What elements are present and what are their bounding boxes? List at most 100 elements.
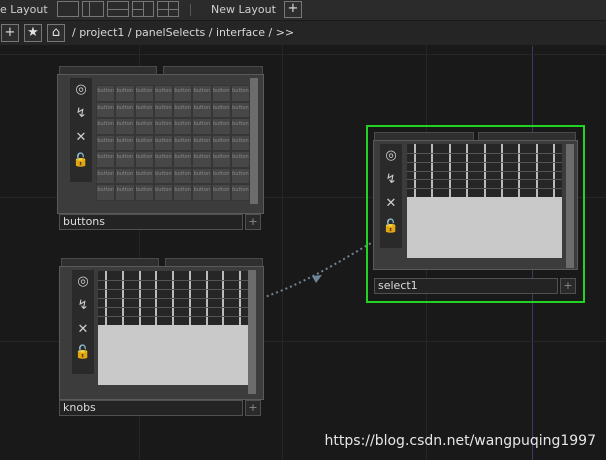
bypass-icon[interactable]: ✕ [72,129,90,147]
network-path[interactable]: / project1 / panelSelects / interface / … [72,26,294,39]
new-layout-add-button[interactable]: + [284,1,302,18]
node-add-button[interactable]: + [560,278,576,294]
select-panel-area [407,197,562,258]
viewer-icon[interactable]: ◎ [74,273,92,291]
slider-row-line [407,152,562,154]
viewer-icon[interactable]: ◎ [382,147,400,165]
grid-button: button [173,85,193,102]
home-icon[interactable]: ⌂ [47,24,65,42]
layout-single-button[interactable] [57,1,79,17]
node-input-tab[interactable] [374,132,474,140]
lock-icon[interactable]: 🔓 [382,218,400,236]
grid-button: button [134,151,154,168]
node-viewer [407,144,562,258]
lock-icon[interactable]: 🔓 [74,344,92,362]
grid-button: button [173,151,193,168]
grid-button: button [192,118,212,135]
activate-icon[interactable]: ↯ [74,297,92,315]
grid-button: button [230,151,250,168]
grid-button: button [96,118,116,135]
node-right-strip [566,144,574,268]
node-name-field[interactable]: select1 [374,278,558,294]
node-output-tab[interactable] [478,132,576,140]
node-body[interactable]: ◎ ↯ ✕ 🔓 [59,266,264,400]
grid-button: button [134,85,154,102]
node-flag-bar: ◎ ↯ ✕ 🔓 [72,270,94,374]
layout-label: e Layout [0,3,48,16]
node-body[interactable]: ◎ ↯ ✕ 🔓 button button button button button bu… [57,74,264,214]
knob-panel-area [98,325,248,385]
grid-button: button [192,101,212,119]
top-layout-bar: e Layout New Layout + [0,0,606,20]
grid-button: button [153,118,173,135]
bypass-icon[interactable]: ✕ [74,321,92,339]
grid-button: button [134,134,154,152]
node-input-tab[interactable] [61,258,159,266]
knob-slider-grid [98,271,248,325]
grid-button: button [115,151,135,168]
grid-button: button [230,184,250,201]
node-output-tab[interactable] [163,66,263,74]
activate-icon[interactable]: ↯ [72,105,90,123]
node-right-strip [248,270,256,394]
grid-button: button [115,118,135,135]
select-slider-grid [407,144,562,197]
grid-button: button [192,134,212,152]
grid-button: button [115,167,135,185]
layout-horizontal-split-button[interactable] [107,1,129,17]
grid-button: button [173,167,193,185]
slider-row-line [98,280,248,281]
grid-button: button [115,85,135,102]
grid-button: button [96,184,116,201]
node-flag-bar: ◎ ↯ ✕ 🔓 [380,144,402,248]
lock-icon[interactable]: 🔓 [72,152,90,170]
grid-button: button [211,167,231,185]
grid-button: button [173,134,193,152]
node-add-button[interactable]: + [245,400,261,416]
grid-button: button [192,167,212,185]
path-bar: + ★ ⌂ / project1 / panelSelects / interf… [0,21,606,46]
layout-three-pane-button[interactable] [132,1,154,17]
grid-button: button [96,151,116,168]
new-layout-label: New Layout [211,3,276,16]
grid-button: button [211,151,231,168]
node-viewer: button button button button button button butt… [96,85,250,201]
node-output-tab[interactable] [165,258,263,266]
node-flag-bar: ◎ ↯ ✕ 🔓 [70,78,92,182]
bypass-icon[interactable]: ✕ [382,195,400,213]
add-pane-button[interactable]: + [1,24,19,42]
slider-row-line [407,188,562,190]
node-add-button[interactable]: + [245,214,261,230]
grid-button: button [153,101,173,119]
grid-button: button [211,118,231,135]
grid-button: button [96,101,116,119]
grid-button: button [153,134,173,152]
network-editor-canvas[interactable]: ◎ ↯ ✕ 🔓 button button button button button bu… [0,46,606,460]
node-name-field[interactable]: buttons [59,214,243,230]
star-icon[interactable]: ★ [24,24,42,42]
activate-icon[interactable]: ↯ [382,171,400,189]
grid-button: button [134,184,154,201]
grid-button: button [230,118,250,135]
slider-row-line [98,289,248,290]
node-body[interactable]: ◎ ↯ ✕ 🔓 [373,140,578,270]
node-right-strip [250,78,258,204]
layout-quad-button[interactable] [157,1,179,17]
select1-node[interactable]: ◎ ↯ ✕ 🔓 select1 + [366,125,585,303]
node-name-field[interactable]: knobs [59,400,243,416]
node-input-tab[interactable] [59,66,157,74]
layout-vertical-split-button[interactable] [82,1,104,17]
grid-button: button [115,134,135,152]
slider-row-line [98,298,248,299]
grid-button: button [211,85,231,102]
grid-button: button [153,167,173,185]
grid-button: button [211,134,231,152]
slider-row-line [407,179,562,181]
grid-button: button [96,134,116,152]
grid-button: button [96,85,116,102]
slider-row-line [407,161,562,163]
grid-button: button [173,101,193,119]
grid-button: button [96,167,116,185]
node-viewer [98,271,248,385]
viewer-icon[interactable]: ◎ [72,81,90,99]
